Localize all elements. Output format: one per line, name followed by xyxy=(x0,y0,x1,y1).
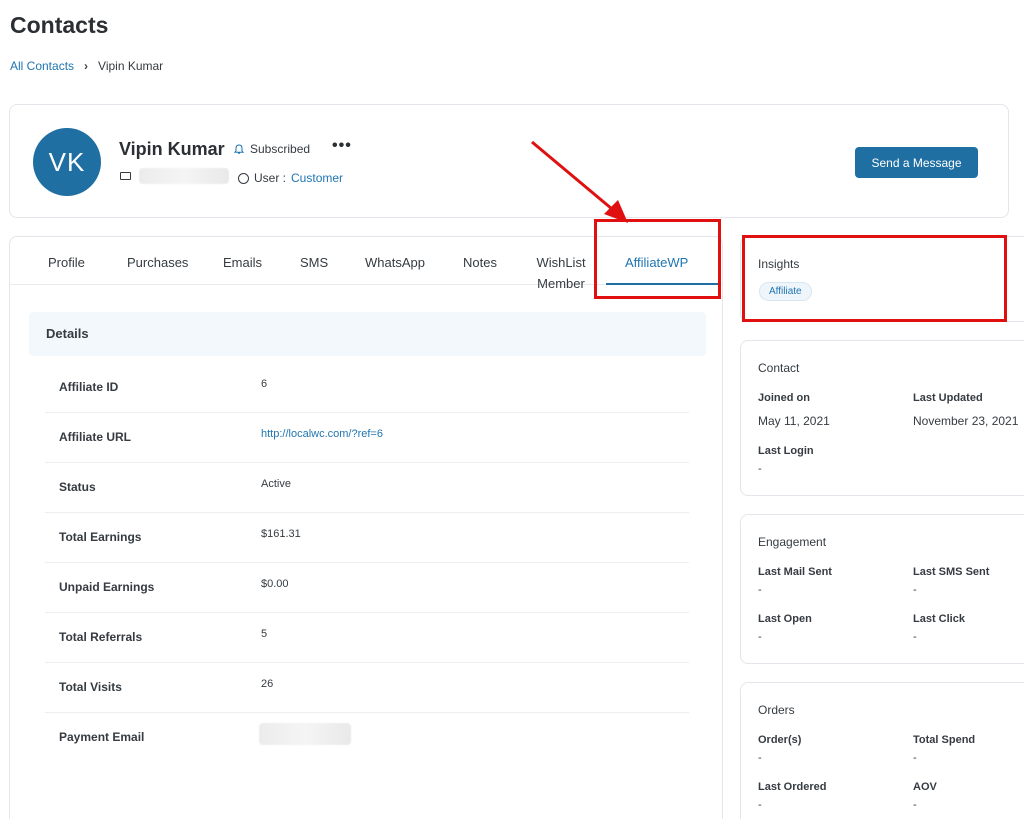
last-open-value: - xyxy=(758,631,762,643)
send-message-button[interactable]: Send a Message xyxy=(855,147,978,178)
contact-name: Vipin Kumar xyxy=(119,139,225,159)
last-sms-label: Last SMS Sent xyxy=(913,566,990,578)
detail-row-affiliate-id: Affiliate ID 6 xyxy=(45,363,689,413)
aov-value: - xyxy=(913,799,917,811)
payment-email-redacted xyxy=(259,723,351,745)
last-login-label: Last Login xyxy=(758,445,814,457)
user-circle-icon xyxy=(238,172,249,184)
tab-profile[interactable]: Profile xyxy=(48,252,85,273)
updated-value: November 23, 2021 xyxy=(913,414,1019,428)
detail-label: Total Earnings xyxy=(59,530,142,544)
tab-purchases[interactable]: Purchases xyxy=(127,252,188,273)
detail-value: $161.31 xyxy=(261,528,301,540)
orders-title: Orders xyxy=(758,703,795,717)
last-click-value: - xyxy=(913,631,917,643)
more-options-icon[interactable]: ••• xyxy=(332,137,352,155)
engagement-card: Engagement Last Mail Sent - Last SMS Sen… xyxy=(740,514,1024,664)
active-tab-indicator xyxy=(606,283,720,285)
user-type-row: User : Customer xyxy=(238,171,343,185)
detail-value: Active xyxy=(261,478,291,490)
last-login-value: - xyxy=(758,463,762,475)
tab-wishlist-member[interactable]: WishList Member xyxy=(536,252,586,294)
detail-label: Status xyxy=(59,480,96,494)
aov-label: AOV xyxy=(913,781,937,793)
bell-icon xyxy=(234,143,244,154)
affiliate-url-link[interactable]: http://localwc.com/?ref=6 xyxy=(261,428,383,440)
tab-bar: Profile Purchases Emails SMS WhatsApp No… xyxy=(10,237,722,291)
detail-row-unpaid-earnings: Unpaid Earnings $0.00 xyxy=(45,563,689,613)
orders-count-label: Order(s) xyxy=(758,734,802,746)
user-role-link[interactable]: Customer xyxy=(291,171,343,185)
breadcrumb-current: Vipin Kumar xyxy=(98,59,164,73)
breadcrumb: All Contacts › Vipin Kumar xyxy=(10,59,163,73)
tab-emails[interactable]: Emails xyxy=(223,252,262,273)
total-spend-label: Total Spend xyxy=(913,734,976,746)
joined-value: May 11, 2021 xyxy=(758,414,830,428)
breadcrumb-all-contacts[interactable]: All Contacts xyxy=(10,59,74,73)
tab-affiliatewp[interactable]: AffiliateWP xyxy=(625,252,688,273)
detail-row-total-visits: Total Visits 26 xyxy=(45,663,689,713)
tab-sms[interactable]: SMS xyxy=(300,252,328,273)
last-sms-value: - xyxy=(913,584,917,596)
detail-row-total-referrals: Total Referrals 5 xyxy=(45,613,689,663)
detail-label: Total Referrals xyxy=(59,630,143,644)
detail-label: Payment Email xyxy=(59,730,145,744)
last-click-label: Last Click xyxy=(913,613,965,625)
detail-label: Affiliate ID xyxy=(59,380,119,394)
page-title: Contacts xyxy=(10,12,109,38)
email-row xyxy=(120,168,229,184)
detail-value: 26 xyxy=(261,678,274,690)
tab-notes[interactable]: Notes xyxy=(463,252,497,273)
subscription-label: Subscribed xyxy=(250,142,311,156)
orders-count-value: - xyxy=(758,752,762,764)
chevron-right-icon: › xyxy=(84,59,89,73)
last-mail-label: Last Mail Sent xyxy=(758,566,832,578)
detail-label: Affiliate URL xyxy=(59,430,131,444)
detail-row-total-earnings: Total Earnings $161.31 xyxy=(45,513,689,563)
last-open-label: Last Open xyxy=(758,613,812,625)
contact-detail-card: Profile Purchases Emails SMS WhatsApp No… xyxy=(9,236,723,819)
detail-label: Unpaid Earnings xyxy=(59,580,155,594)
contact-info-title: Contact xyxy=(758,361,800,375)
detail-row-affiliate-url: Affiliate URL http://localwc.com/?ref=6 xyxy=(45,413,689,463)
detail-row-status: Status Active xyxy=(45,463,689,513)
tab-whatsapp[interactable]: WhatsApp xyxy=(365,252,425,273)
detail-value: $0.00 xyxy=(261,578,289,590)
user-prefix: User : xyxy=(254,171,287,185)
detail-value: 6 xyxy=(261,378,268,390)
mail-icon xyxy=(120,172,131,180)
subscription-status: Subscribed xyxy=(234,142,310,156)
contact-header-card: VK Vipin Kumar Subscribed ••• User : Cus… xyxy=(9,104,1009,218)
updated-label: Last Updated xyxy=(913,392,983,404)
orders-card: Orders Order(s) - Total Spend - Last Ord… xyxy=(740,682,1024,819)
detail-row-payment-email: Payment Email xyxy=(45,713,689,763)
contact-info-card: Contact Joined on May 11, 2021 Last Upda… xyxy=(740,340,1024,496)
last-ordered-label: Last Ordered xyxy=(758,781,827,793)
last-ordered-value: - xyxy=(758,799,762,811)
insights-card: Insights Affiliate xyxy=(740,236,1024,322)
details-section-title: Details xyxy=(29,312,706,356)
email-redacted xyxy=(139,168,229,184)
last-mail-value: - xyxy=(758,584,762,596)
insights-title: Insights xyxy=(758,257,800,271)
avatar: VK xyxy=(33,128,101,196)
detail-label: Total Visits xyxy=(59,680,122,694)
detail-value: 5 xyxy=(261,628,268,640)
engagement-title: Engagement xyxy=(758,535,827,549)
affiliate-badge: Affiliate xyxy=(759,282,812,301)
total-spend-value: - xyxy=(913,752,917,764)
joined-label: Joined on xyxy=(758,392,810,404)
